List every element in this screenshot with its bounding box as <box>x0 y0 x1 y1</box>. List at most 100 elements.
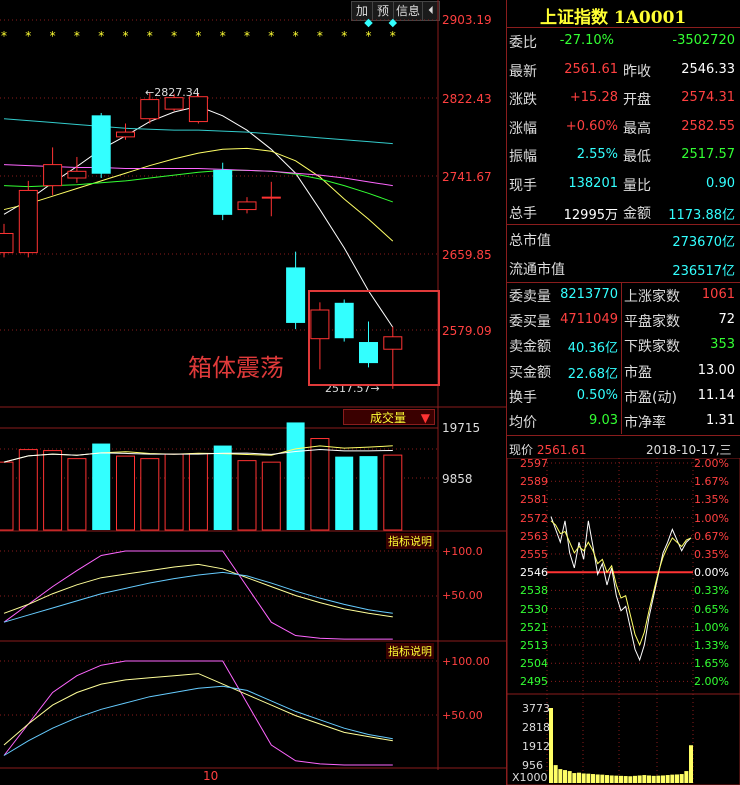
intraday-volume-bar <box>577 772 581 783</box>
quote-key: 换手 <box>509 389 537 406</box>
intraday-percent-label: 2.00% <box>694 457 729 470</box>
market-cap-row: 流通市值 236517亿 <box>507 254 738 282</box>
indicator2-help-button[interactable]: 指标说明 <box>386 643 434 659</box>
quote-key: 总市值 <box>509 233 551 249</box>
quote-row: 现手 138201 量比 0.90 <box>507 171 738 197</box>
intraday-price-label: 2513 <box>520 639 548 652</box>
intraday-volume-bar <box>600 774 605 783</box>
intraday-header: 现价 2561.61 <box>509 441 586 458</box>
quote-value: 2561.61 <box>564 61 618 77</box>
quote-value: 9.03 <box>589 413 618 428</box>
quote-value: +15.28 <box>569 90 618 105</box>
intraday-volume-bar <box>651 775 656 783</box>
volume-selector[interactable]: 成交量 ▼ <box>343 409 435 425</box>
star-marker: * <box>268 29 274 43</box>
intraday-volume-bars <box>549 708 693 783</box>
intraday-price: 2561.61 <box>536 443 587 457</box>
order-book-row: 委买量 4711049 平盘家数 72 <box>507 308 738 333</box>
event-marker <box>388 18 398 28</box>
star-marker: * <box>50 29 56 43</box>
star-marker: * <box>317 29 323 43</box>
intraday-price-label: 2563 <box>520 529 548 543</box>
intraday-price-label: 2504 <box>520 657 548 671</box>
quote-key: 下跌家数 <box>624 339 680 356</box>
intraday-volume-bar <box>684 771 689 783</box>
intraday-percent-label: 1.00% <box>694 511 729 525</box>
volume-bar <box>67 458 87 531</box>
event-marker <box>364 18 373 28</box>
volume-axis-label: 19715 <box>442 421 481 435</box>
intraday-percent-label: 0.33% <box>694 584 729 598</box>
order-book-row: 换手 0.50% 市盈(动) 11.14 <box>507 384 738 409</box>
star-marker: * <box>293 29 299 43</box>
volume-bar <box>188 453 208 531</box>
ma-line <box>3 169 393 203</box>
quote-value: 0.90 <box>706 175 735 191</box>
box-range-annotation <box>308 290 440 386</box>
indicator2-axis-label: +100.00 <box>442 655 490 668</box>
volume-title: 成交量 <box>370 411 407 425</box>
quote-row: 总手 12995万 金额 1173.88亿 <box>507 199 738 225</box>
quote-key: 最低 <box>623 149 651 165</box>
candle-body <box>237 201 257 211</box>
quote-key: 委比 <box>509 35 537 51</box>
ma-line <box>3 147 394 242</box>
quote-value: 2.55% <box>576 147 618 162</box>
high-price-marker: ←2827.34 <box>145 86 200 99</box>
quote-value: 4711049 <box>560 312 618 328</box>
intraday-volume-label: 2818 <box>522 721 550 734</box>
indicator1-help-button[interactable]: 指标说明 <box>386 533 434 549</box>
quote-value: 40.36亿 <box>567 341 618 357</box>
quote-value: +0.60% <box>565 118 618 134</box>
volume-bar <box>18 449 38 531</box>
intraday-percent-label: 1.00% <box>694 620 729 634</box>
quote-value: 1.31 <box>706 413 735 428</box>
star-marker: * <box>195 29 201 43</box>
quote-value: 2582.55 <box>681 118 735 134</box>
intraday-percent-label: 0.35% <box>694 548 729 561</box>
intraday-volume-bar <box>679 774 684 783</box>
candle-body <box>116 131 135 138</box>
indicator2-axis-label: +50.00 <box>442 709 483 722</box>
star-marker: * <box>244 29 250 43</box>
intraday-volume-bar <box>609 775 614 783</box>
intraday-volume-bar <box>642 775 647 783</box>
quote-value: 72 <box>718 312 735 328</box>
volume-bar <box>286 422 305 530</box>
intraday-percent-label: 0.67% <box>694 529 729 543</box>
intraday-volume-bar <box>567 771 572 783</box>
order-book-row: 均价 9.03 市净率 1.31 <box>507 409 738 434</box>
star-marker: * <box>1 29 7 43</box>
intraday-volume-bar <box>689 745 693 783</box>
annotation-text: 箱体震荡 <box>188 354 284 382</box>
indicator-line <box>3 563 393 618</box>
quote-key: 昨收 <box>623 63 651 80</box>
quote-key: 卖金额 <box>509 339 551 356</box>
volume-bar <box>213 445 232 530</box>
star-marker: * <box>147 29 153 43</box>
intraday-price-label: 2572 <box>520 511 548 525</box>
quote-row: 涨跌 +15.28 开盘 2574.31 <box>507 85 738 111</box>
intraday-volume-bar <box>661 775 665 783</box>
candle-body <box>164 97 184 110</box>
star-marker: * <box>220 29 226 43</box>
volume-bar <box>383 454 403 531</box>
star-marker: * <box>98 29 104 43</box>
intraday-volume-bar <box>670 774 675 783</box>
quote-value: 138201 <box>568 175 618 191</box>
intraday-volume-bar <box>628 776 633 783</box>
candle-body <box>91 115 111 174</box>
intraday-volume-bar <box>665 775 670 783</box>
intraday-price-label: 2597 <box>520 457 548 470</box>
indicator1-lines <box>3 550 393 640</box>
quote-row: 涨幅 +0.60% 最高 2582.55 <box>507 114 738 140</box>
quote-key: 振幅 <box>509 149 537 165</box>
star-markers: * * * * * * * * * * * * * * * * * <box>1 18 398 43</box>
quote-key: 委买量 <box>509 314 551 331</box>
star-marker: * <box>171 29 177 43</box>
intraday-price-label: 现价 <box>509 443 534 457</box>
dropdown-arrow-icon: ▼ <box>420 411 430 425</box>
quote-key: 涨跌 <box>509 92 537 108</box>
quote-key: 量比 <box>623 177 651 194</box>
quote-value: 12995万 <box>563 208 618 223</box>
